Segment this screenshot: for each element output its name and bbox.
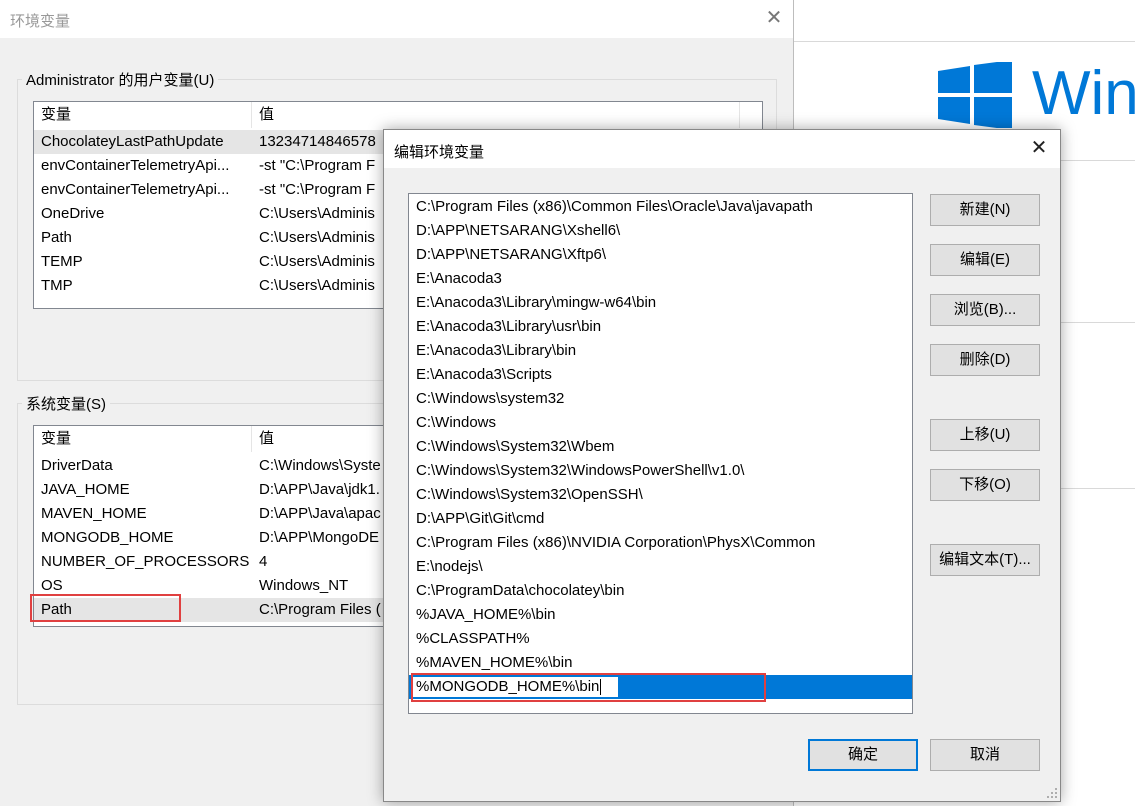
new-button[interactable]: 新建(N): [930, 194, 1040, 226]
variable-name: JAVA_HOME: [41, 481, 130, 498]
variable-name: envContainerTelemetryApi...: [41, 181, 230, 198]
system-variables-label: 系统变量(S): [22, 393, 110, 414]
move-down-button[interactable]: 下移(O): [930, 469, 1040, 501]
variable-name: TMP: [41, 277, 73, 294]
path-entry[interactable]: E:\Anacoda3\Scripts: [409, 363, 912, 387]
edit-button[interactable]: 编辑(E): [930, 244, 1040, 276]
delete-button[interactable]: 删除(D): [930, 344, 1040, 376]
close-button[interactable]: ✕: [762, 6, 786, 30]
variable-name: NUMBER_OF_PROCESSORS: [41, 553, 250, 570]
browse-button[interactable]: 浏览(B)...: [930, 294, 1040, 326]
divider: [793, 41, 1135, 42]
variable-name: OS: [41, 577, 63, 594]
windows-logo-icon: [938, 62, 1012, 128]
dialog-title: 环境变量: [10, 13, 71, 30]
variable-name: DriverData: [41, 457, 113, 474]
variable-name: ChocolateyLastPathUpdate: [41, 133, 224, 150]
path-entry-input[interactable]: %MONGODB_HOME%\bin: [412, 676, 619, 698]
variable-name: TEMP: [41, 253, 83, 270]
path-entry[interactable]: %CLASSPATH%: [409, 627, 912, 651]
path-entries-list[interactable]: C:\Program Files (x86)\Common Files\Orac…: [408, 193, 913, 714]
user-variables-label: Administrator 的用户变量(U): [22, 69, 219, 90]
title-bar: 编辑环境变量 ✕: [384, 130, 1060, 168]
edit-environment-variable-dialog: 编辑环境变量 ✕ C:\Program Files (x86)\Common F…: [383, 129, 1061, 802]
path-entry[interactable]: D:\APP\Git\Git\cmd: [409, 507, 912, 531]
path-entry[interactable]: C:\Windows: [409, 411, 912, 435]
path-entry[interactable]: %MAVEN_HOME%\bin: [409, 651, 912, 675]
title-bar: 环境变量 ✕: [0, 0, 793, 38]
column-header-value[interactable]: 值: [252, 102, 740, 128]
path-entry[interactable]: E:\nodejs\: [409, 555, 912, 579]
path-entry[interactable]: E:\Anacoda3\Library\usr\bin: [409, 315, 912, 339]
cancel-button[interactable]: 取消: [930, 739, 1040, 771]
column-header-name[interactable]: 变量: [34, 102, 252, 128]
path-entry[interactable]: C:\ProgramData\chocolatey\bin: [409, 579, 912, 603]
move-up-button[interactable]: 上移(U): [930, 419, 1040, 451]
path-entry[interactable]: D:\APP\NETSARANG\Xftp6\: [409, 243, 912, 267]
path-entry[interactable]: C:\Windows\System32\Wbem: [409, 435, 912, 459]
path-entry[interactable]: C:\Windows\system32: [409, 387, 912, 411]
path-entry[interactable]: C:\Windows\System32\WindowsPowerShell\v1…: [409, 459, 912, 483]
dialog-title: 编辑环境变量: [394, 144, 485, 161]
path-entry[interactable]: D:\APP\NETSARANG\Xshell6\: [409, 219, 912, 243]
column-header-name[interactable]: 变量: [34, 426, 252, 452]
close-button[interactable]: ✕: [1027, 136, 1051, 160]
windows-brand-text: Win: [1032, 59, 1135, 128]
ok-button[interactable]: 确定: [808, 739, 918, 771]
path-entry[interactable]: E:\Anacoda3\Library\mingw-w64\bin: [409, 291, 912, 315]
variable-name: Path: [41, 601, 72, 618]
path-entry[interactable]: C:\Windows\System32\OpenSSH\: [409, 483, 912, 507]
variable-name: OneDrive: [41, 205, 105, 222]
list-header: 变量 值: [34, 102, 762, 128]
path-entry[interactable]: E:\Anacoda3: [409, 267, 912, 291]
variable-name: MONGODB_HOME: [41, 529, 174, 546]
path-entry[interactable]: %JAVA_HOME%\bin: [409, 603, 912, 627]
resize-grip-icon[interactable]: [1046, 787, 1058, 799]
path-entry[interactable]: C:\Program Files (x86)\Common Files\Orac…: [409, 195, 912, 219]
variable-name: PATHEXT: [34, 622, 252, 626]
path-entry[interactable]: C:\Program Files (x86)\NVIDIA Corporatio…: [409, 531, 912, 555]
variable-name: envContainerTelemetryApi...: [41, 157, 230, 174]
variable-name: MAVEN_HOME: [41, 505, 147, 522]
path-entry-input-text: %MONGODB_HOME%\bin: [416, 678, 600, 695]
path-entry[interactable]: E:\Anacoda3\Library\bin: [409, 339, 912, 363]
edit-text-button[interactable]: 编辑文本(T)...: [930, 544, 1040, 576]
path-entry-editing[interactable]: %MONGODB_HOME%\bin: [409, 675, 912, 699]
variable-name: Path: [41, 229, 72, 246]
text-caret: [600, 679, 602, 696]
